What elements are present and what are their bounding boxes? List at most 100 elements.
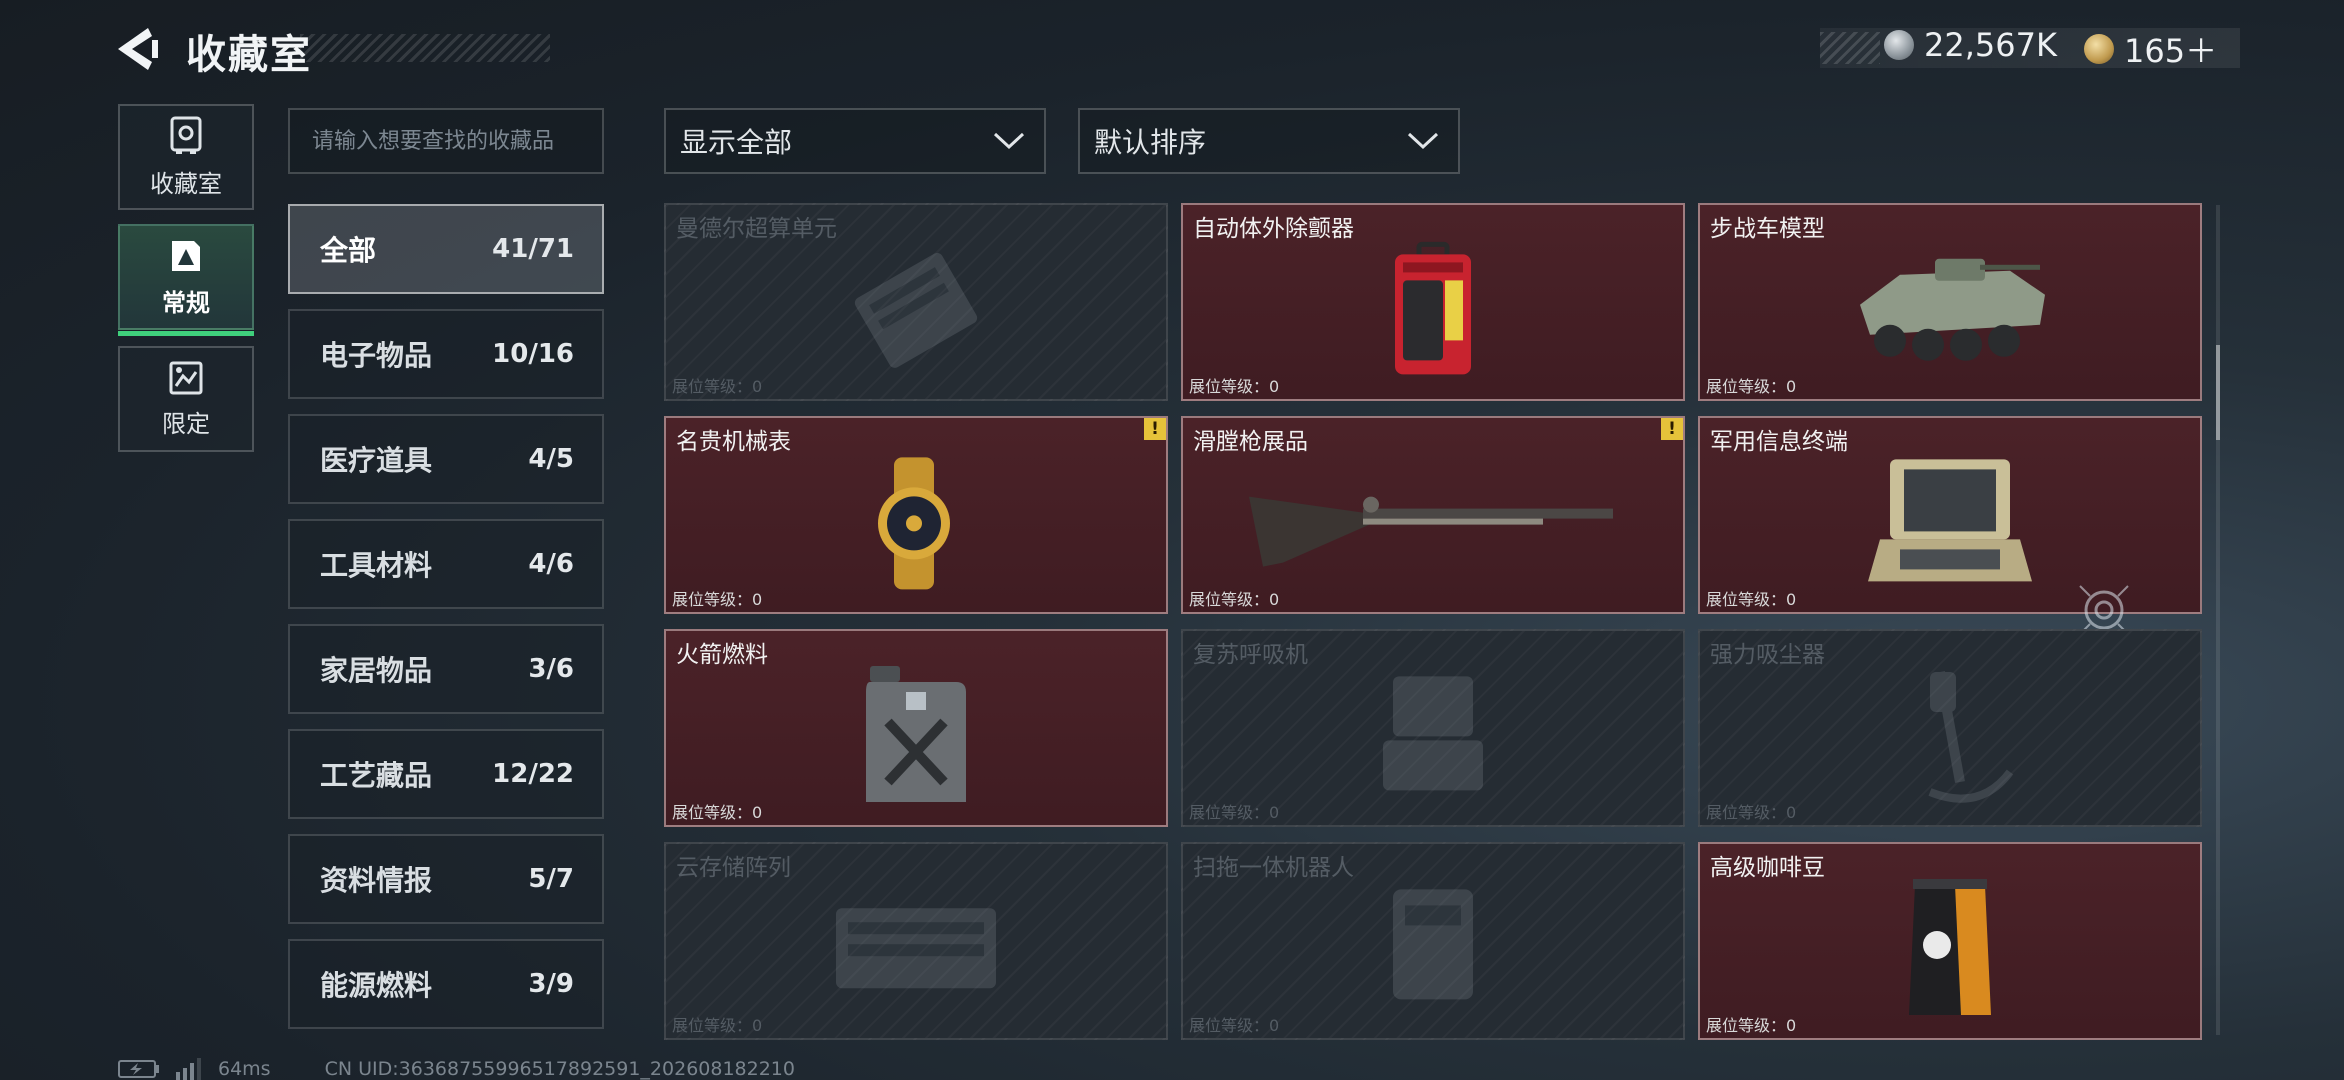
category-intel[interactable]: 资料情报 5/7: [288, 834, 604, 924]
silver-coin-icon: [1884, 30, 1914, 60]
fuel-canister-icon: [866, 666, 966, 802]
regular-collection-icon: [172, 240, 200, 271]
musket-icon: [1249, 496, 1613, 567]
item-name: 高级咖啡豆: [1710, 855, 1825, 881]
alert-badge: !: [1144, 418, 1166, 440]
item-card[interactable]: 曼德尔超算单元 展位等级：0: [664, 203, 1168, 401]
military-terminal-icon: [1868, 459, 2032, 582]
sort-dropdown[interactable]: 默认排序: [1078, 108, 1460, 174]
item-level: 展位等级：0: [1189, 1016, 1280, 1035]
coffee-bag-icon: [1909, 879, 1991, 1015]
category-count: 41/71: [492, 234, 574, 264]
item-card[interactable]: 步战车模型 展位等级：0: [1698, 203, 2202, 401]
item-name: 滑膛枪展品: [1193, 429, 1308, 455]
item-name: 云存储阵列: [676, 855, 791, 881]
chevron-down-icon: [993, 132, 1025, 150]
sort-value: 默认排序: [1094, 126, 1207, 159]
rail-tab-limited[interactable]: 限定: [118, 346, 254, 452]
battery-charging-icon: [118, 1060, 159, 1078]
rail-label: 限定: [162, 409, 210, 438]
item-card[interactable]: 名贵机械表 ! 展位等级：0: [664, 416, 1168, 614]
item-level: 展位等级：0: [1706, 1016, 1797, 1035]
item-level: 展位等级：0: [672, 803, 763, 822]
signal-strength-icon: [176, 1058, 201, 1080]
category-crafts[interactable]: 工艺藏品 12/22: [288, 729, 604, 819]
item-level: 展位等级：0: [1189, 803, 1280, 822]
back-arrow-icon: [118, 28, 158, 70]
rail-label: 常规: [162, 288, 210, 317]
item-level: 展位等级：0: [1189, 377, 1280, 396]
item-card[interactable]: 强力吸尘器 展位等级：0: [1698, 629, 2202, 827]
item-card[interactable]: 扫拖一体机器人 展位等级：0: [1181, 842, 1685, 1040]
item-level: 展位等级：0: [1706, 803, 1797, 822]
item-name: 强力吸尘器: [1710, 642, 1825, 668]
ventilator-icon: [1383, 676, 1483, 791]
category-name: 工艺藏品: [320, 759, 433, 792]
currency-gold[interactable]: 165＋: [2084, 26, 2217, 72]
item-level: 展位等级：0: [1706, 377, 1797, 396]
chevron-down-icon: [1407, 132, 1439, 150]
category-tools[interactable]: 工具材料 4/6: [288, 519, 604, 609]
supercomputer-unit-icon: [854, 252, 978, 368]
item-name: 火箭燃料: [676, 642, 768, 668]
category-name: 医疗道具: [320, 444, 433, 477]
item-level: 展位等级：0: [672, 590, 763, 609]
category-all[interactable]: 全部 41/71: [288, 204, 604, 294]
category-electronics[interactable]: 电子物品 10/16: [288, 309, 604, 399]
cleaning-robot-icon: [1393, 889, 1473, 1000]
title-decoration: [300, 34, 550, 62]
category-name: 资料情报: [320, 864, 433, 897]
category-count: 10/16: [492, 339, 574, 369]
item-card[interactable]: 高级咖啡豆 展位等级：0: [1698, 842, 2202, 1040]
item-name: 自动体外除颤器: [1193, 216, 1354, 242]
rail-tab-collection-room[interactable]: 收藏室: [118, 104, 254, 210]
item-card[interactable]: 复苏呼吸机 展位等级：0: [1181, 629, 1685, 827]
search-input[interactable]: [288, 108, 604, 174]
storage-array-icon: [836, 908, 996, 989]
category-household[interactable]: 家居物品 3/6: [288, 624, 604, 714]
item-level: 展位等级：0: [672, 1016, 763, 1035]
item-name: 曼德尔超算单元: [676, 216, 837, 242]
vacuum-cleaner-icon: [1928, 671, 2014, 803]
item-name: 名贵机械表: [676, 429, 791, 455]
currency-decoration: [1820, 32, 1880, 64]
rail-tab-regular[interactable]: 常规: [118, 224, 254, 336]
display-filter-dropdown[interactable]: 显示全部: [664, 108, 1046, 174]
category-count: 4/5: [528, 444, 574, 474]
item-level: 展位等级：0: [1189, 590, 1280, 609]
category-count: 3/6: [528, 654, 574, 684]
item-name: 扫拖一体机器人: [1193, 855, 1354, 881]
item-level: 展位等级：0: [1706, 590, 1797, 609]
alert-badge: !: [1661, 418, 1683, 440]
item-card[interactable]: 火箭燃料 展位等级：0: [664, 629, 1168, 827]
ping-value: 64ms: [218, 1058, 271, 1080]
item-name: 军用信息终端: [1710, 429, 1848, 455]
category-name: 电子物品: [320, 339, 433, 372]
category-name: 家居物品: [320, 654, 433, 687]
rail-label: 收藏室: [150, 169, 222, 198]
safe-icon: [170, 116, 202, 154]
limited-collection-icon: [169, 361, 203, 394]
category-name: 全部: [320, 234, 377, 267]
back-button[interactable]: [114, 26, 164, 72]
item-name: 步战车模型: [1710, 216, 1825, 242]
defibrillator-icon: [1395, 241, 1471, 375]
item-card[interactable]: 云存储阵列 展位等级：0: [664, 842, 1168, 1040]
silver-amount: 22,567K: [1924, 26, 2057, 64]
page-title: 收藏室: [186, 32, 312, 78]
scrollbar-track[interactable]: [2216, 205, 2220, 1035]
gold-medal-icon: [2084, 34, 2114, 64]
item-card[interactable]: 自动体外除颤器 展位等级：0: [1181, 203, 1685, 401]
user-uid: CN UID:363687559965178925​91_20260818221…: [324, 1058, 795, 1080]
category-count: 4/6: [528, 549, 574, 579]
status-footer: 64ms CN UID:363687559965178925​91_202608…: [118, 1058, 795, 1080]
scrollbar-thumb[interactable]: [2216, 345, 2220, 440]
display-filter-value: 显示全部: [680, 126, 793, 159]
category-medical[interactable]: 医疗道具 4/5: [288, 414, 604, 504]
item-card[interactable]: 滑膛枪展品 ! 展位等级：0: [1181, 416, 1685, 614]
category-name: 能源燃料: [320, 969, 433, 1002]
category-count: 5/7: [528, 864, 574, 894]
active-indicator: [118, 331, 254, 336]
currency-silver[interactable]: 22,567K: [1884, 26, 2057, 64]
category-fuel[interactable]: 能源燃料 3/9: [288, 939, 604, 1029]
